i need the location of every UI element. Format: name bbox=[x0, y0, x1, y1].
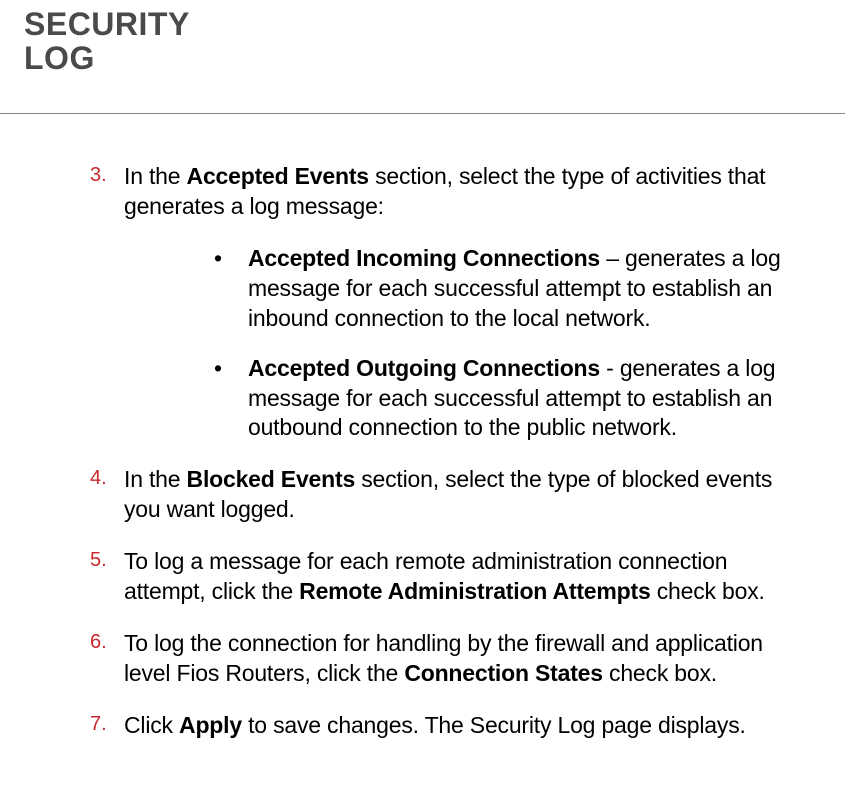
step-4: 4. In the Blocked Events section, select… bbox=[90, 465, 805, 525]
step-number: 7. bbox=[90, 711, 124, 741]
bold-term: Accepted Incoming Connections bbox=[248, 245, 600, 271]
bullet-icon: • bbox=[214, 244, 248, 334]
step-text: Click Apply to save changes. The Securit… bbox=[124, 711, 746, 741]
text-fragment: to save changes. The Security Log page d… bbox=[242, 712, 746, 738]
step-7: 7. Click Apply to save changes. The Secu… bbox=[90, 711, 805, 741]
text-fragment: In the bbox=[124, 466, 187, 492]
step-text: To log the connection for handling by th… bbox=[124, 629, 805, 689]
text-fragment: Click bbox=[124, 712, 179, 738]
content-area: 3. In the Accepted Events section, selec… bbox=[0, 114, 845, 740]
step-3: 3. In the Accepted Events section, selec… bbox=[90, 162, 805, 222]
text-fragment: check box. bbox=[603, 660, 717, 686]
bold-term: Connection States bbox=[404, 660, 603, 686]
step-number: 5. bbox=[90, 547, 124, 607]
title-line-2: LOG bbox=[24, 40, 95, 76]
step-number: 6. bbox=[90, 629, 124, 689]
bullet-text: Accepted Outgoing Connections - generate… bbox=[248, 354, 805, 444]
step-text: In the Blocked Events section, select th… bbox=[124, 465, 805, 525]
bullet-item: • Accepted Outgoing Connections - genera… bbox=[214, 354, 805, 444]
step-5: 5. To log a message for each remote admi… bbox=[90, 547, 805, 607]
bold-term: Blocked Events bbox=[187, 466, 356, 492]
bullet-list: • Accepted Incoming Connections – genera… bbox=[214, 244, 805, 443]
step-text: To log a message for each remote adminis… bbox=[124, 547, 805, 607]
page-header: SECURITY LOG bbox=[0, 0, 845, 75]
title-line-1: SECURITY bbox=[24, 6, 190, 42]
text-fragment: In the bbox=[124, 163, 187, 189]
step-6: 6. To log the connection for handling by… bbox=[90, 629, 805, 689]
bullet-text: Accepted Incoming Connections – generate… bbox=[248, 244, 805, 334]
text-fragment: check box. bbox=[651, 578, 765, 604]
page-title: SECURITY LOG bbox=[24, 8, 845, 75]
step-number: 3. bbox=[90, 162, 124, 222]
bullet-item: • Accepted Incoming Connections – genera… bbox=[214, 244, 805, 334]
bullet-icon: • bbox=[214, 354, 248, 444]
bold-term: Apply bbox=[179, 712, 242, 738]
step-text: In the Accepted Events section, select t… bbox=[124, 162, 805, 222]
bold-term: Accepted Outgoing Connections bbox=[248, 355, 600, 381]
bold-term: Accepted Events bbox=[187, 163, 369, 189]
step-number: 4. bbox=[90, 465, 124, 525]
bold-term: Remote Administration Attempts bbox=[299, 578, 650, 604]
